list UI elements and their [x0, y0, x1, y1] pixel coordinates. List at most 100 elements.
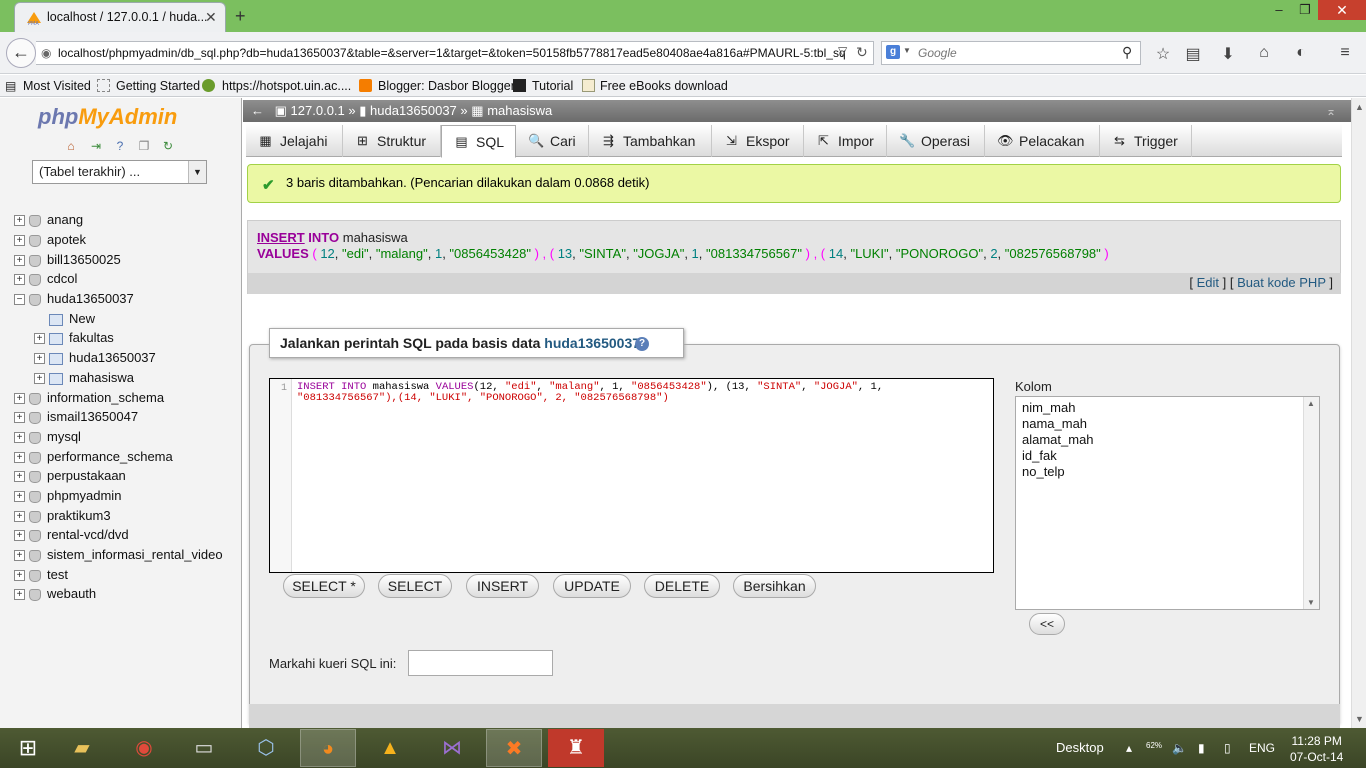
column-option[interactable]: no_telp	[1022, 464, 1065, 479]
new-tab-button[interactable]: +	[235, 6, 246, 27]
tab-operasi[interactable]: 🔧 Operasi	[887, 125, 985, 157]
tree-database-item[interactable]: + test	[14, 566, 68, 584]
tree-database-item[interactable]: + ismail13650047	[14, 408, 138, 426]
sql-editor[interactable]	[269, 378, 994, 573]
delete-button[interactable]: DELETE	[644, 574, 720, 598]
search-input[interactable]: Google	[881, 41, 1141, 65]
tree-table-item[interactable]: + mahasiswa	[34, 369, 134, 387]
tree-database-item[interactable]: + bill13650025	[14, 251, 121, 269]
bersihkan-button[interactable]: Bersihkan	[733, 574, 816, 598]
file-explorer-icon[interactable]: ▰	[54, 729, 110, 767]
maximize-button[interactable]: ❐	[1290, 2, 1320, 20]
bookmark-blogger[interactable]: Blogger: Dasbor Blogger	[378, 79, 515, 93]
bookmark-most-visited[interactable]: Most Visited	[23, 79, 91, 93]
sql-keyword-insert[interactable]: INSERT	[257, 230, 305, 245]
nav-back-arrow-icon[interactable]: ←	[251, 100, 271, 121]
window-close-button[interactable]: ✕	[1318, 0, 1366, 20]
php-code-link[interactable]: Buat kode PHP	[1237, 275, 1326, 290]
expand-icon[interactable]: +	[14, 471, 25, 483]
scroll-down-icon[interactable]: ▼	[1307, 598, 1315, 607]
bookmark-star-icon[interactable]: ☆	[1153, 44, 1173, 64]
tab-jelajahi[interactable]: ▦ Jelajahi	[246, 125, 343, 157]
tree-database-item[interactable]: − huda13650037	[14, 290, 134, 308]
column-option[interactable]: nama_mah	[1022, 416, 1087, 431]
expand-icon[interactable]: +	[34, 333, 45, 345]
edit-query-link[interactable]: Edit	[1197, 275, 1219, 290]
legend-db-link[interactable]: huda13650037:	[544, 335, 644, 351]
select-button[interactable]: SELECT	[378, 574, 452, 598]
breadcrumb-table[interactable]: mahasiswa	[487, 103, 552, 118]
tree-database-item[interactable]: + rental-vcd/dvd	[14, 526, 129, 544]
help-icon[interactable]: ?	[113, 139, 127, 153]
page-scrollbar[interactable]: ▲ ▼	[1351, 98, 1366, 728]
sql-editor-code[interactable]: INSERT INTO mahasiswa VALUES(12, "edi", …	[297, 382, 987, 404]
refresh-icon[interactable]: ↻	[161, 139, 175, 153]
site-info-icon[interactable]: ◉	[41, 46, 51, 60]
url-bar[interactable]: localhost/phpmyadmin/db_sql.php?db=huda1…	[36, 41, 874, 65]
google-engine-icon[interactable]: g	[886, 45, 900, 59]
collapse-icon[interactable]: ⌅	[1326, 104, 1336, 118]
expand-icon[interactable]: +	[34, 373, 45, 385]
column-option[interactable]: nim_mah	[1022, 400, 1075, 415]
app-icon[interactable]: ♜	[548, 729, 604, 767]
tray-expand-icon[interactable]: ▴	[1126, 741, 1132, 755]
logout-icon[interactable]: ⇥	[89, 139, 103, 153]
select-chevron-down-icon[interactable]: ▼	[188, 161, 206, 183]
tab-trigger[interactable]: ⇆ Trigger	[1100, 125, 1192, 157]
tree-database-item[interactable]: + praktikum3	[14, 507, 111, 525]
clock[interactable]: 11:28 PM 07-Oct-14	[1290, 733, 1343, 765]
tree-new-item[interactable]: New	[34, 310, 95, 328]
bookmark-query-input[interactable]	[408, 650, 553, 676]
tree-database-item[interactable]: + perpustakaan	[14, 467, 126, 485]
battery-icon[interactable]: ▯	[1224, 741, 1231, 755]
reload-icon[interactable]: ↻	[856, 44, 868, 61]
help-icon[interactable]: ?	[635, 337, 649, 351]
tab-impor[interactable]: ⇱ Impor	[804, 125, 887, 157]
expand-icon[interactable]: +	[34, 353, 45, 365]
home-icon[interactable]: ⌂	[1254, 44, 1274, 62]
insert-button[interactable]: INSERT	[466, 574, 539, 598]
xampp-icon[interactable]: ✖	[486, 729, 542, 767]
browser-tab[interactable]: PMA localhost / 127.0.0.1 / huda... ✕	[14, 2, 226, 32]
menu-hamburger-icon[interactable]: ≡	[1335, 44, 1355, 62]
tree-database-item[interactable]: + phpmyadmin	[14, 487, 121, 505]
search-icon[interactable]: ⚲	[1122, 44, 1132, 61]
downloads-icon[interactable]: ⬇	[1218, 44, 1238, 64]
chrome-icon[interactable]: ◉	[116, 729, 172, 767]
tree-database-item[interactable]: + cdcol	[14, 270, 77, 288]
firefox-icon[interactable]: ◕	[300, 729, 356, 767]
tree-database-item[interactable]: + apotek	[14, 231, 86, 249]
phpmyadmin-logo[interactable]: phpMyAdmin	[38, 104, 177, 130]
bookmark-getting-started[interactable]: Getting Started	[116, 79, 200, 93]
docs-icon[interactable]: ❐	[137, 139, 151, 153]
volume-icon[interactable]: 🔈	[1172, 741, 1187, 755]
expand-icon[interactable]: +	[14, 274, 25, 286]
tab-struktur[interactable]: ⊞ Struktur	[343, 125, 441, 157]
tree-database-item[interactable]: + performance_schema	[14, 448, 173, 466]
insert-column-button[interactable]: <<	[1029, 613, 1065, 635]
addon-icon[interactable]: ◐	[1291, 44, 1311, 62]
bookmark-hotspot[interactable]: https://hotspot.uin.ac....	[222, 79, 351, 93]
visual-studio-icon[interactable]: ⋈	[424, 729, 480, 767]
expand-icon[interactable]: +	[14, 432, 25, 444]
tree-database-item[interactable]: + webauth	[14, 585, 96, 603]
tree-database-item[interactable]: + mysql	[14, 428, 81, 446]
columns-scrollbar[interactable]: ▲ ▼	[1303, 397, 1319, 609]
start-windows-icon[interactable]: ⊞	[0, 729, 56, 767]
expand-icon[interactable]: +	[14, 491, 25, 503]
column-option[interactable]: alamat_mah	[1022, 432, 1094, 447]
tab-sql[interactable]: ▤ SQL	[441, 125, 516, 158]
column-option[interactable]: id_fak	[1022, 448, 1057, 463]
tab-close-icon[interactable]: ✕	[205, 9, 217, 26]
scroll-up-icon[interactable]: ▲	[1307, 399, 1315, 408]
network-icon[interactable]: ▮	[1198, 741, 1205, 755]
tree-table-item[interactable]: + huda13650037	[34, 349, 156, 367]
bookmark-free-ebooks[interactable]: Free eBooks download	[600, 79, 728, 93]
breadcrumb-database[interactable]: huda13650037	[370, 103, 457, 118]
language-indicator[interactable]: ENG	[1249, 741, 1275, 755]
tab-ekspor[interactable]: ⇲ Ekspor	[712, 125, 804, 157]
tree-database-item[interactable]: + information_schema	[14, 389, 164, 407]
expand-icon[interactable]: +	[14, 452, 25, 464]
expand-icon[interactable]: +	[14, 589, 25, 601]
expand-icon[interactable]: +	[14, 393, 25, 405]
